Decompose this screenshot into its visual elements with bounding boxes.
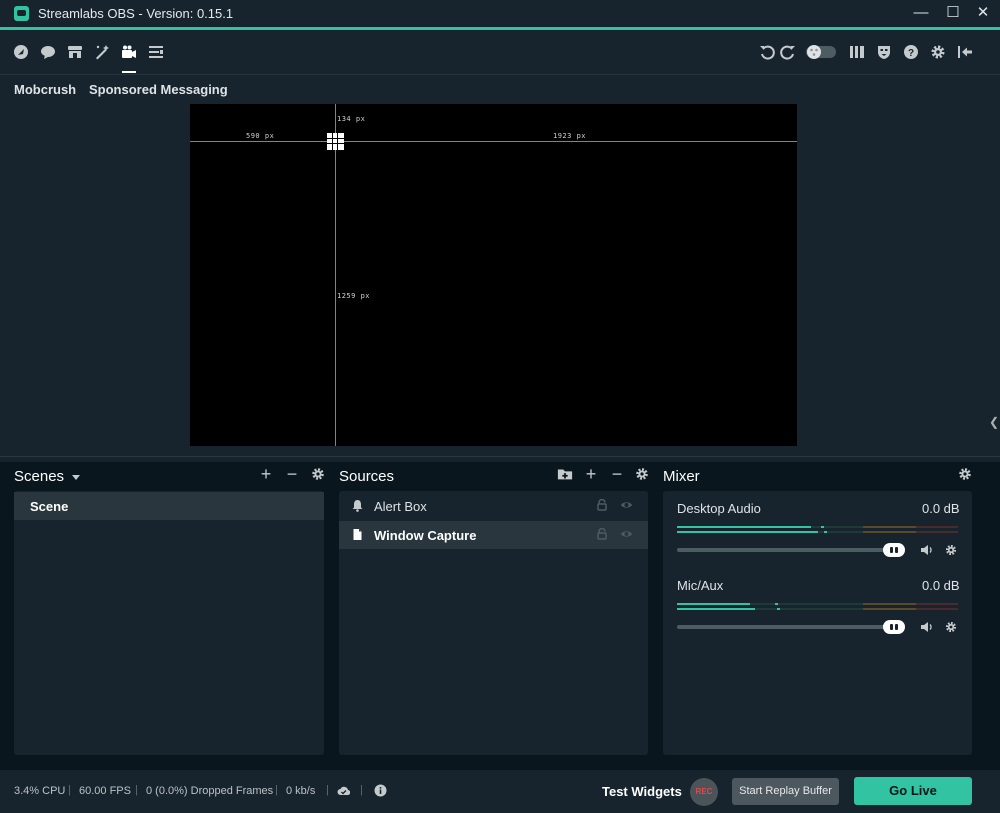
eye-icon[interactable]: [620, 499, 633, 511]
horizontal-guide: [190, 141, 797, 142]
cpu-stat: 3.4% CPU: [14, 785, 66, 797]
add-scene-button[interactable]: +: [257, 465, 275, 483]
add-source-button[interactable]: +: [582, 465, 600, 483]
source-item-window-capture[interactable]: Window Capture: [339, 521, 648, 549]
gear-icon: [312, 468, 324, 480]
remove-scene-button[interactable]: −: [283, 465, 301, 483]
svg-text:?: ?: [908, 48, 914, 59]
separator: |: [275, 784, 278, 796]
store-icon[interactable]: [66, 43, 84, 61]
remove-source-button[interactable]: −: [608, 465, 626, 483]
title-bar: Streamlabs OBS - Version: 0.15.1 — ☐ ✕: [0, 0, 1000, 27]
scenes-title[interactable]: Scenes: [14, 468, 81, 485]
separator: |: [360, 784, 363, 796]
source-name: Window Capture: [374, 528, 477, 543]
lock-icon[interactable]: [596, 527, 608, 540]
folder-plus-icon: [557, 469, 573, 480]
lock-icon[interactable]: [596, 498, 608, 511]
volume-slider-knob[interactable]: [883, 620, 905, 634]
settings-icon[interactable]: [929, 43, 947, 61]
dropped-frames-stat: 0 (0.0%) Dropped Frames: [146, 785, 274, 797]
source-name: Alert Box: [374, 499, 427, 514]
start-replay-buffer-button[interactable]: Start Replay Buffer: [732, 778, 839, 805]
sources-title: Sources: [339, 468, 395, 485]
go-live-button[interactable]: Go Live: [854, 777, 972, 805]
record-button[interactable]: REC: [690, 778, 718, 806]
gear-icon: [959, 468, 971, 480]
gear-icon: [636, 468, 648, 480]
tab-mobcrush[interactable]: Mobcrush: [14, 82, 76, 97]
eye-icon[interactable]: [620, 528, 633, 540]
mixer-channel-db: 0.0 dB: [922, 501, 960, 516]
volume-meter: [677, 608, 958, 610]
dock-divider[interactable]: [0, 456, 1000, 462]
volume-slider-knob[interactable]: [883, 543, 905, 557]
test-widgets-button[interactable]: Test Widgets: [602, 784, 682, 799]
bandwidth-stat: 0 kb/s: [286, 785, 316, 797]
close-button[interactable]: ✕: [972, 3, 994, 23]
caret-down-icon[interactable]: [72, 474, 81, 480]
mixer-title: Mixer: [663, 468, 700, 485]
tab-sponsored-messaging[interactable]: Sponsored Messaging: [89, 82, 228, 97]
sub-tabs: Mobcrush Sponsored Messaging: [0, 75, 1000, 102]
separator: |: [68, 784, 71, 796]
preview-canvas[interactable]: 134 px 590 px 1923 px 1259 px: [190, 104, 797, 446]
facemask-icon[interactable]: [875, 43, 893, 61]
chevron-left-icon[interactable]: ❮: [988, 410, 1000, 434]
scenes-list: [14, 491, 324, 755]
scenes-title-text: Scenes: [14, 468, 65, 485]
dimension-label-left: 590 px: [246, 132, 275, 140]
volume-slider[interactable]: [677, 543, 905, 557]
speaker-icon[interactable]: [920, 620, 934, 634]
bell-icon: [351, 499, 364, 512]
studio-mode-toggle-icon[interactable]: [805, 43, 837, 61]
volume-meter: [677, 526, 958, 528]
status-footer: 3.4% CPU | 60.00 FPS | 0 (0.0%) Dropped …: [0, 770, 1000, 813]
volume-meter: [677, 531, 958, 533]
top-nav: ?: [0, 30, 1000, 75]
scene-item[interactable]: Scene: [14, 492, 324, 520]
separator: |: [326, 784, 329, 796]
add-folder-button[interactable]: [556, 465, 574, 483]
undo-icon[interactable]: [758, 43, 776, 61]
mixer-channel-name: Desktop Audio: [677, 501, 761, 516]
selection-handle[interactable]: [327, 133, 344, 150]
mixer-channel-db: 0.0 dB: [922, 578, 960, 593]
redo-icon[interactable]: [779, 43, 797, 61]
source-settings-button[interactable]: [633, 465, 651, 483]
info-icon[interactable]: [374, 784, 387, 797]
maximize-button[interactable]: ☐: [942, 3, 964, 23]
source-item-alert-box[interactable]: Alert Box: [339, 492, 648, 520]
chat-icon[interactable]: [39, 43, 57, 61]
themes-icon[interactable]: [93, 43, 111, 61]
mixer-channel-name: Mic/Aux: [677, 578, 724, 593]
separator: |: [135, 784, 138, 796]
cloud-icon[interactable]: [337, 784, 350, 797]
gear-icon[interactable]: [944, 543, 958, 557]
speaker-icon[interactable]: [920, 543, 934, 557]
layout-columns-icon[interactable]: [848, 43, 866, 61]
volume-meter: [677, 603, 958, 605]
app-logo-icon: [14, 6, 29, 21]
volume-slider[interactable]: [677, 620, 905, 634]
help-icon[interactable]: ?: [902, 43, 920, 61]
vertical-guide: [335, 104, 336, 446]
dashboard-icon[interactable]: [12, 43, 30, 61]
dimension-label-top: 134 px: [337, 115, 366, 123]
scene-settings-button[interactable]: [309, 465, 327, 483]
dimension-label-bottom: 1259 px: [337, 292, 371, 300]
layout-icon[interactable]: [147, 43, 165, 61]
logout-icon[interactable]: [956, 43, 974, 61]
dimension-label-right: 1923 px: [553, 132, 587, 140]
scene-item-label: Scene: [30, 499, 69, 514]
fps-stat: 60.00 FPS: [79, 785, 131, 797]
file-icon: [351, 528, 364, 541]
gear-icon[interactable]: [944, 620, 958, 634]
mixer-settings-button[interactable]: [956, 465, 974, 483]
minimize-button[interactable]: —: [910, 3, 932, 23]
window-title: Streamlabs OBS - Version: 0.15.1: [38, 6, 234, 21]
editor-icon[interactable]: [120, 43, 138, 73]
